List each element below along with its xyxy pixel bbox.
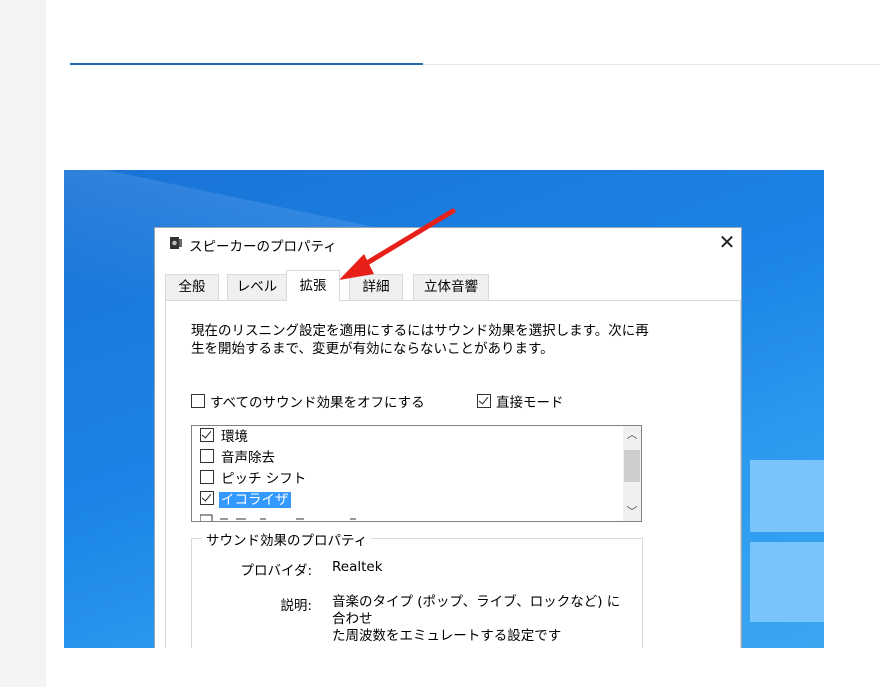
- screenshot-figure: スピーカーのプロパティ ✕ 全般 レベル 拡張 詳細 立体音響 現在のリスニング…: [64, 170, 824, 648]
- page-left-margin: [0, 0, 46, 687]
- tab-kakucho[interactable]: 拡張: [286, 270, 340, 301]
- section-divider-accent: [70, 63, 423, 65]
- red-arrow-annotation: [339, 208, 456, 280]
- tab-label: 拡張: [299, 278, 327, 294]
